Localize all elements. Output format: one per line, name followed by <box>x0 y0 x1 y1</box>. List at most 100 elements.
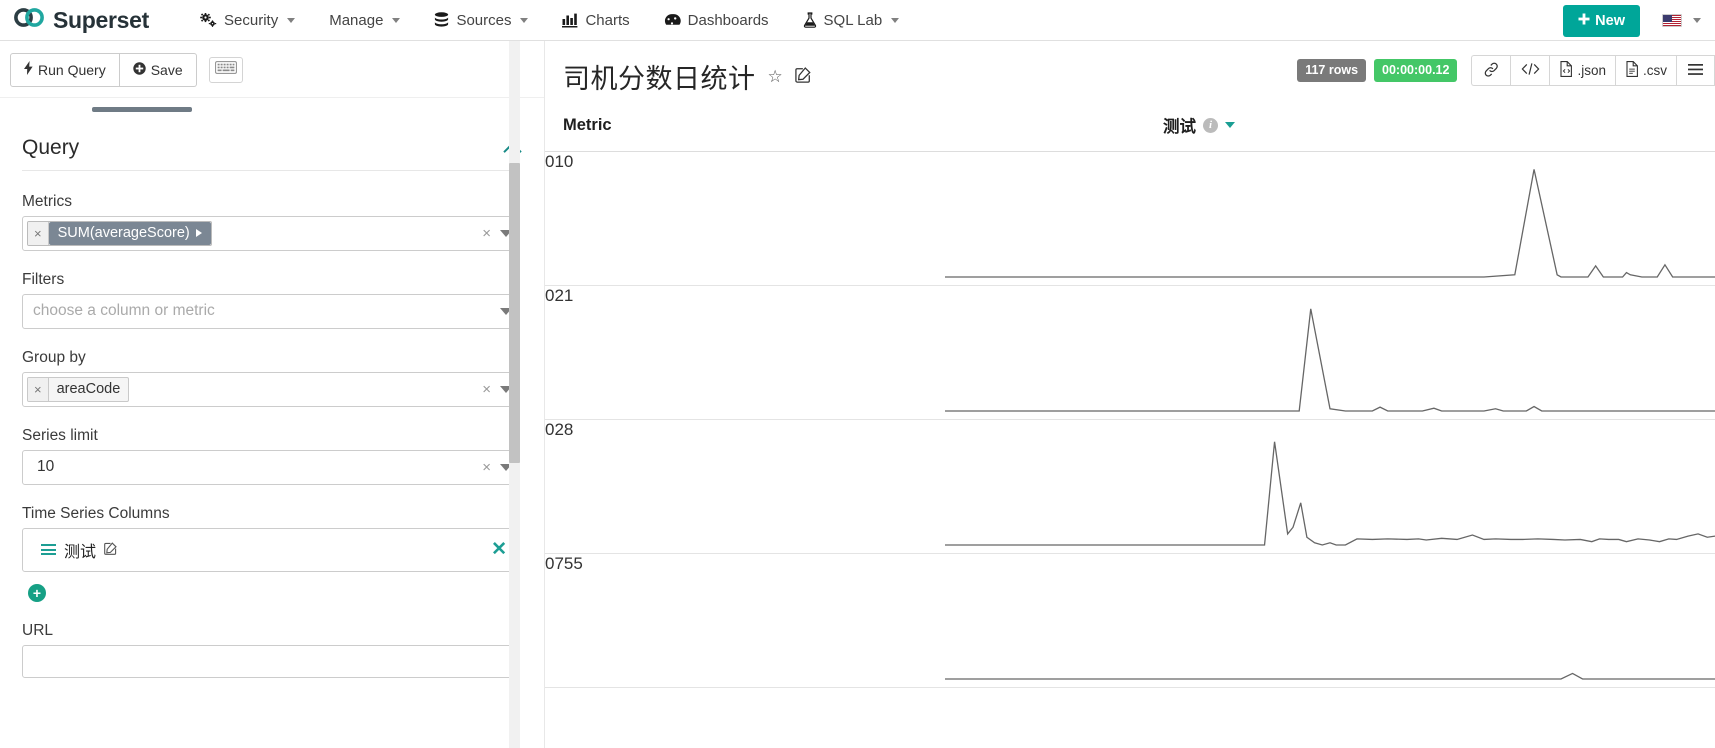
series-limit-value: 10 <box>37 458 55 476</box>
keyboard-shortcuts-button[interactable] <box>208 56 243 83</box>
export-actions-group: .json .csv <box>1471 55 1715 86</box>
table-row[interactable]: 0755 <box>545 553 1715 688</box>
nav-item-dashboards[interactable]: Dashboards <box>647 0 786 41</box>
column-header-series-label: 测试 <box>1163 118 1196 136</box>
bolt-icon <box>24 61 33 79</box>
chevron-down-icon <box>1693 18 1701 23</box>
export-json-label: .json <box>1577 63 1606 78</box>
table-row[interactable]: 021 <box>545 285 1715 420</box>
more-options-button[interactable] <box>1676 55 1715 86</box>
dashboard-icon <box>664 13 681 28</box>
chevron-down-icon <box>891 17 900 23</box>
edit-square-icon[interactable] <box>104 542 117 558</box>
control-panel: Run Query Save Query Metrics × SUM(avera… <box>0 41 545 748</box>
metrics-token[interactable]: × SUM(averageScore) <box>27 220 212 246</box>
new-button[interactable]: New <box>1563 4 1640 37</box>
language-selector[interactable] <box>1662 14 1701 27</box>
series-limit-select-controls: × <box>482 451 512 484</box>
nav-item-charts[interactable]: Charts <box>545 0 646 41</box>
caret-down-icon[interactable] <box>1225 122 1235 128</box>
time-table-chart: Metric 测试 i 010 021 028 0755 <box>545 99 1715 688</box>
metrics-token-remove[interactable]: × <box>28 221 49 245</box>
keyboard-icon <box>214 60 237 79</box>
column-header-series[interactable]: 测试 i <box>945 99 1715 152</box>
add-time-series-column-button[interactable]: + <box>28 583 46 602</box>
group-by-token[interactable]: × areaCode <box>27 376 130 402</box>
group-by-label: Group by <box>22 348 86 366</box>
superset-infinity-logo <box>14 8 44 32</box>
edit-square-icon[interactable] <box>795 66 811 87</box>
filters-label: Filters <box>22 270 65 288</box>
metrics-clear-button[interactable]: × <box>482 226 491 241</box>
plus-circle-icon <box>133 61 146 79</box>
group-by-select[interactable]: × areaCode × <box>22 371 520 407</box>
close-icon[interactable]: ✕ <box>491 540 507 559</box>
run-query-label: Run Query <box>38 61 106 78</box>
filters-placeholder: choose a column or metric <box>33 302 215 320</box>
navbar-menu: Security Manage Sources Charts Dashboard… <box>183 0 916 41</box>
star-outline-icon[interactable]: ☆ <box>768 67 783 87</box>
row-metric-label: 010 <box>545 151 945 286</box>
column-header-metric[interactable]: Metric <box>545 99 945 152</box>
filters-select[interactable]: choose a column or metric <box>22 293 520 329</box>
query-section-header[interactable]: Query <box>22 112 520 171</box>
control-form-scroll-area: Query Metrics × SUM(averageScore) × Filt… <box>0 96 544 748</box>
info-icon[interactable]: i <box>1203 117 1218 133</box>
embed-code-button[interactable] <box>1510 55 1550 86</box>
chart-header-actions: 117 rows 00:00:00.12 .json .csv <box>1297 55 1715 86</box>
hamburger-icon <box>1688 63 1703 79</box>
metrics-select[interactable]: × SUM(averageScore) × <box>22 215 520 251</box>
run-query-button[interactable]: Run Query <box>10 53 120 87</box>
link-icon <box>1483 62 1500 80</box>
nav-label-sources: Sources <box>456 11 512 29</box>
group-by-token-remove[interactable]: × <box>28 377 49 401</box>
export-csv-button[interactable]: .csv <box>1614 55 1676 86</box>
nav-item-manage[interactable]: Manage <box>312 0 417 41</box>
series-limit-clear-button[interactable]: × <box>482 460 491 475</box>
time-series-column-entry[interactable]: 测试 ✕ <box>22 527 520 572</box>
save-button[interactable]: Save <box>119 53 197 87</box>
url-label: URL <box>22 621 54 639</box>
csv-file-icon <box>1625 61 1639 80</box>
row-sparkline[interactable] <box>945 285 1715 420</box>
brand-name: Superset <box>53 6 150 33</box>
table-row[interactable]: 010 <box>545 151 1715 286</box>
nav-label-security: Security <box>224 11 279 29</box>
url-input[interactable] <box>22 644 520 678</box>
drag-handle-icon[interactable] <box>41 544 56 556</box>
query-actions: Run Query Save <box>10 53 197 87</box>
chart-title-area: 司机分数日统计 ☆ <box>545 57 811 96</box>
nav-item-sql-lab[interactable]: SQL Lab <box>786 0 917 41</box>
series-limit-select[interactable]: 10 × <box>22 449 520 485</box>
nav-item-security[interactable]: Security <box>183 0 312 41</box>
brand-home-link[interactable]: Superset <box>14 7 149 34</box>
chevron-down-icon <box>287 17 296 23</box>
bar-chart-icon <box>562 13 578 28</box>
share-link-button[interactable] <box>1471 55 1511 86</box>
table-header: Metric 测试 i <box>545 99 1715 152</box>
table-row[interactable]: 028 <box>545 419 1715 554</box>
page-title: 司机分数日统计 <box>563 64 756 94</box>
chevron-down-icon <box>392 17 401 23</box>
series-limit-label: Series limit <box>22 426 98 444</box>
page-body: Run Query Save Query Metrics × SUM(avera… <box>0 41 1715 748</box>
row-metric-label: 021 <box>545 285 945 420</box>
scrollbar-thumb[interactable] <box>509 163 520 463</box>
row-sparkline[interactable] <box>945 151 1715 286</box>
group-by-clear-button[interactable]: × <box>482 382 491 397</box>
row-sparkline[interactable] <box>945 553 1715 688</box>
top-navbar: Superset Security Manage Sources Charts … <box>0 0 1715 41</box>
navbar-right-actions: New <box>1563 0 1701 41</box>
nav-item-sources[interactable]: Sources <box>417 0 545 41</box>
database-icon <box>434 12 449 28</box>
filters-field: Filters choose a column or metric <box>22 271 520 329</box>
metrics-field: Metrics × SUM(averageScore) × <box>22 193 520 251</box>
chart-header: 司机分数日统计 ☆ 117 rows 00:00:00.12 .json .cs… <box>545 41 1715 99</box>
group-by-select-controls: × <box>482 373 512 406</box>
query-toolbar: Run Query Save <box>0 41 544 97</box>
query-section-title: Query <box>22 135 80 159</box>
row-sparkline[interactable] <box>945 419 1715 554</box>
control-panel-scrollbar[interactable] <box>509 41 520 748</box>
export-json-button[interactable]: .json <box>1549 55 1615 86</box>
chevron-down-icon <box>520 17 529 23</box>
